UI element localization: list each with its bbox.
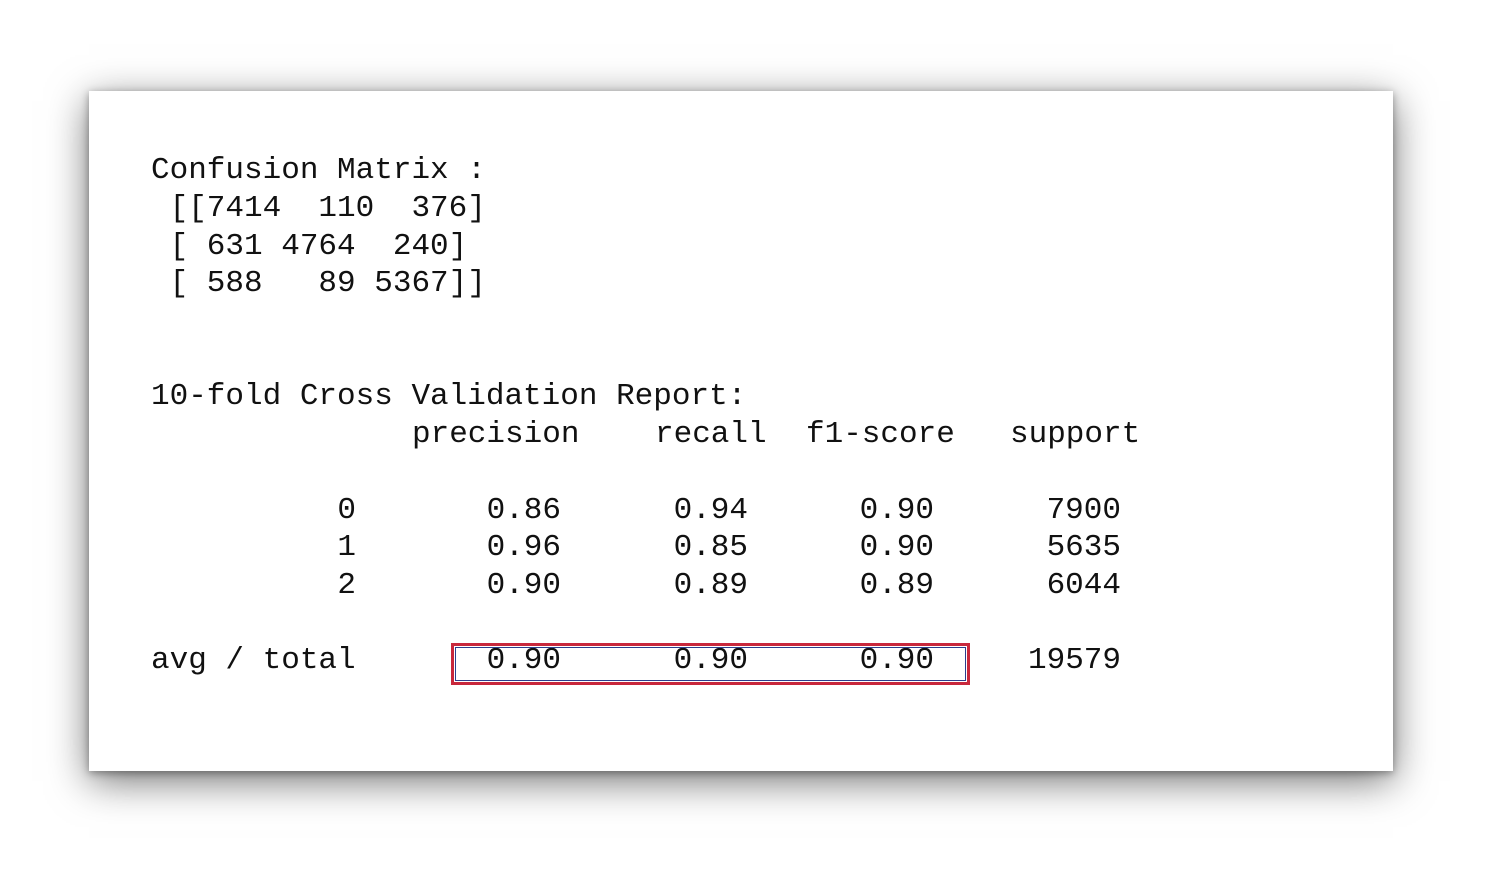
cell-precision: 0.90 xyxy=(486,568,561,603)
cell-precision: 0.86 xyxy=(486,493,561,528)
report-card: Confusion Matrix : [[7414 110 376] [ 631… xyxy=(89,91,1393,771)
row-label: 2 xyxy=(337,568,356,603)
cell-precision: 0.96 xyxy=(486,530,561,565)
row-label: 1 xyxy=(337,530,356,565)
header-support: support xyxy=(1010,417,1141,452)
confusion-matrix-row: [[7414 110 376] xyxy=(151,191,486,226)
row-label: 0 xyxy=(337,493,356,528)
cell-support: 5635 xyxy=(1046,530,1121,565)
report-title: 10-fold Cross Validation Report: xyxy=(151,379,747,414)
cell-support: 7900 xyxy=(1046,493,1121,528)
cell-recall: 0.94 xyxy=(673,493,748,528)
cell-recall: 0.89 xyxy=(673,568,748,603)
header-recall: recall xyxy=(655,417,767,452)
cell-f1: 0.89 xyxy=(859,568,934,603)
header-precision: precision xyxy=(412,417,580,452)
confusion-matrix-row: [ 588 89 5367]] xyxy=(151,266,486,301)
header-f1-score: f1-score xyxy=(806,417,955,452)
avg-total-label: avg / total xyxy=(151,643,356,678)
confusion-matrix-row: [ 631 4764 240] xyxy=(151,229,468,264)
cell-f1: 0.90 xyxy=(859,530,934,565)
cell-recall: 0.85 xyxy=(673,530,748,565)
confusion-matrix-title: Confusion Matrix : xyxy=(151,153,486,188)
cell-f1: 0.90 xyxy=(859,493,934,528)
averages-highlight-box xyxy=(451,643,970,685)
cell-support: 6044 xyxy=(1046,568,1121,603)
highlight-inner-border xyxy=(455,647,966,681)
avg-support: 19579 xyxy=(1027,643,1121,678)
